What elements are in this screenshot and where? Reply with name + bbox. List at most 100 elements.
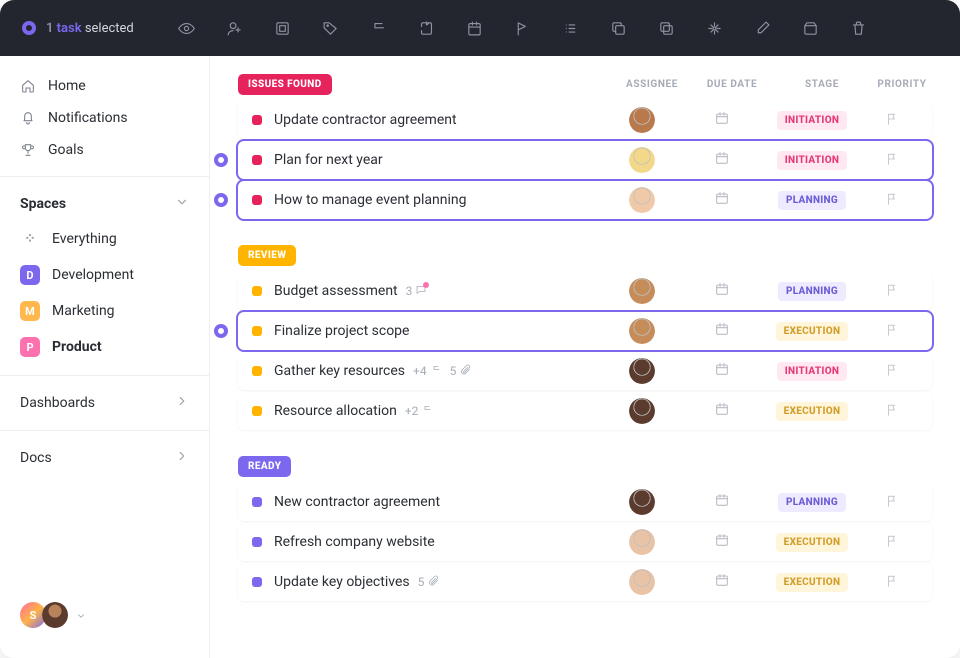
col-priority[interactable]: PRIORITY <box>872 79 932 90</box>
col-due[interactable]: DUE DATE <box>692 79 772 90</box>
task-status-square[interactable] <box>252 326 262 336</box>
list-icon[interactable] <box>556 13 586 43</box>
assignee-cell[interactable] <box>602 398 682 424</box>
task-status-square[interactable] <box>252 366 262 376</box>
nav-home[interactable]: Home <box>0 70 209 102</box>
due-date-cell[interactable] <box>682 281 762 301</box>
assignee-cell[interactable] <box>602 358 682 384</box>
assign-icon[interactable] <box>220 13 250 43</box>
task-status-square[interactable] <box>252 537 262 547</box>
task-row[interactable]: Refresh company website EXECUTION <box>238 523 932 561</box>
task-title[interactable]: Plan for next year <box>274 152 602 168</box>
task-row[interactable]: Update key objectives5 EXECUTION <box>238 563 932 601</box>
task-status-square[interactable] <box>252 286 262 296</box>
task-title[interactable]: Budget assessment3 <box>274 283 602 299</box>
task-row[interactable]: Update contractor agreement INITIATION <box>238 101 932 139</box>
row-selected-indicator[interactable] <box>214 153 228 167</box>
assignee-cell[interactable] <box>602 107 682 133</box>
due-date-cell[interactable] <box>682 150 762 170</box>
task-row[interactable]: How to manage event planning PLANNING <box>238 181 932 219</box>
space-marketing[interactable]: M Marketing <box>0 293 209 329</box>
priority-cell[interactable] <box>862 322 922 341</box>
stage-cell[interactable]: PLANNING <box>762 493 862 512</box>
date-icon[interactable] <box>460 13 490 43</box>
watch-icon[interactable] <box>172 13 202 43</box>
edit-icon[interactable] <box>748 13 778 43</box>
assignee-cell[interactable] <box>602 569 682 595</box>
stage-cell[interactable]: INITIATION <box>762 362 862 381</box>
attachment-count[interactable]: 5 <box>418 575 440 590</box>
priority-cell[interactable] <box>862 573 922 592</box>
comment-count[interactable]: 3 <box>406 284 428 299</box>
due-date-cell[interactable] <box>682 572 762 592</box>
task-title[interactable]: Finalize project scope <box>274 323 602 339</box>
space-product[interactable]: P Product <box>0 329 209 365</box>
assignee-cell[interactable] <box>602 187 682 213</box>
space-everything[interactable]: ⁘ Everything <box>0 221 209 257</box>
space-development[interactable]: D Development <box>0 257 209 293</box>
assignee-cell[interactable] <box>602 278 682 304</box>
due-date-cell[interactable] <box>682 190 762 210</box>
task-title[interactable]: New contractor agreement <box>274 494 602 510</box>
nav-goals[interactable]: Goals <box>0 134 209 166</box>
attachment-count[interactable]: 5 <box>450 364 472 379</box>
task-status-square[interactable] <box>252 195 262 205</box>
task-status-square[interactable] <box>252 577 262 587</box>
row-selected-indicator[interactable] <box>214 193 228 207</box>
duplicate-icon[interactable] <box>652 13 682 43</box>
stage-cell[interactable]: EXECUTION <box>762 573 862 592</box>
group-status-pill[interactable]: READY <box>238 456 291 477</box>
task-status-square[interactable] <box>252 115 262 125</box>
status-icon[interactable] <box>268 13 298 43</box>
task-title[interactable]: Update contractor agreement <box>274 112 602 128</box>
due-date-cell[interactable] <box>682 492 762 512</box>
task-status-square[interactable] <box>252 155 262 165</box>
due-date-cell[interactable] <box>682 401 762 421</box>
task-title[interactable]: Refresh company website <box>274 534 602 550</box>
move-icon[interactable] <box>412 13 442 43</box>
stage-cell[interactable]: INITIATION <box>762 111 862 130</box>
due-date-cell[interactable] <box>682 532 762 552</box>
priority-cell[interactable] <box>862 493 922 512</box>
spaces-header[interactable]: Spaces <box>0 187 209 221</box>
priority-cell[interactable] <box>862 362 922 381</box>
stage-cell[interactable]: EXECUTION <box>762 322 862 341</box>
priority-cell[interactable] <box>862 282 922 301</box>
trash-icon[interactable] <box>844 13 874 43</box>
priority-cell[interactable] <box>862 402 922 421</box>
col-assignee[interactable]: ASSIGNEE <box>612 79 692 90</box>
stage-cell[interactable]: PLANNING <box>762 191 862 210</box>
col-stage[interactable]: STAGE <box>772 79 872 90</box>
priority-cell[interactable] <box>862 111 922 130</box>
group-status-pill[interactable]: ISSUES FOUND <box>238 74 332 95</box>
task-row[interactable]: Budget assessment3 PLANNING <box>238 272 932 310</box>
task-status-square[interactable] <box>252 406 262 416</box>
subtask-count[interactable]: +2 <box>405 404 434 419</box>
task-status-square[interactable] <box>252 497 262 507</box>
nav-docs[interactable]: Docs <box>0 441 209 475</box>
due-date-cell[interactable] <box>682 361 762 381</box>
user-switcher[interactable]: S <box>0 602 209 644</box>
assignee-cell[interactable] <box>602 147 682 173</box>
stage-cell[interactable]: EXECUTION <box>762 402 862 421</box>
copy-icon[interactable] <box>604 13 634 43</box>
due-date-cell[interactable] <box>682 321 762 341</box>
stage-cell[interactable]: INITIATION <box>762 151 862 170</box>
task-row[interactable]: Plan for next year INITIATION <box>238 141 932 179</box>
stage-cell[interactable]: PLANNING <box>762 282 862 301</box>
subtask-count[interactable]: +4 <box>413 364 442 379</box>
task-row[interactable]: New contractor agreement PLANNING <box>238 483 932 521</box>
task-title[interactable]: How to manage event planning <box>274 192 602 208</box>
task-row[interactable]: Finalize project scope EXECUTION <box>238 312 932 350</box>
priority-icon[interactable] <box>508 13 538 43</box>
assignee-cell[interactable] <box>602 318 682 344</box>
row-selected-indicator[interactable] <box>214 324 228 338</box>
stage-cell[interactable]: EXECUTION <box>762 533 862 552</box>
subtask-icon[interactable] <box>364 13 394 43</box>
due-date-cell[interactable] <box>682 110 762 130</box>
assignee-cell[interactable] <box>602 529 682 555</box>
priority-cell[interactable] <box>862 533 922 552</box>
nav-dashboards[interactable]: Dashboards <box>0 386 209 420</box>
nav-notifications[interactable]: Notifications <box>0 102 209 134</box>
task-row[interactable]: Resource allocation+2 EXECUTION <box>238 392 932 430</box>
